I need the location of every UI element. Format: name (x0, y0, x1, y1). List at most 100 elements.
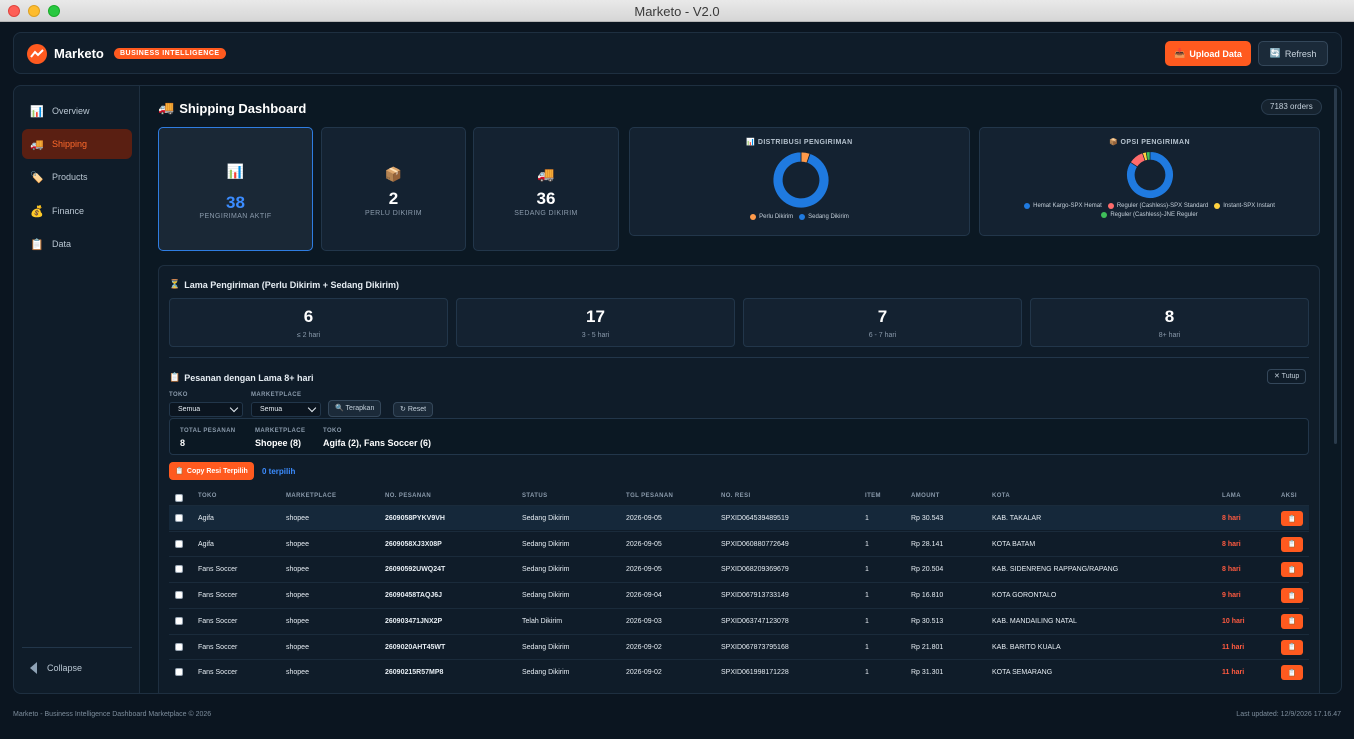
clipboard-icon: 📋 (1287, 515, 1297, 523)
duration-card[interactable]: 8 8+ hari (1030, 298, 1309, 347)
row-checkbox[interactable] (175, 565, 183, 574)
stat-card-perlu-dikirim[interactable]: 📦 2 PERLU DIKIRIM (321, 127, 466, 251)
sidebar-item-shipping[interactable]: 🚚 Shipping (22, 129, 132, 159)
sidebar-item-label: Overview (52, 106, 90, 116)
duration-label: 6 - 7 hari (868, 332, 897, 339)
terapkan-label: Terapkan (345, 405, 375, 412)
search-icon: 🔍 (335, 405, 344, 412)
table-cell: Telah Dikirim (522, 617, 563, 625)
reset-button[interactable]: ↻ Reset (393, 402, 434, 417)
chevron-down-icon (229, 403, 239, 413)
table-row[interactable]: Fans Soccer shopee 26090592UWQ24T Sedang Di… (169, 556, 1309, 581)
vertical-scrollbar[interactable] (1334, 88, 1337, 444)
table-cell: KOTA GORONTALO (992, 592, 1057, 600)
clipboard-icon: 📋 (175, 468, 184, 475)
legend-swatch (1024, 203, 1031, 209)
table-cell: 1 (865, 617, 869, 625)
row-checkbox[interactable] (175, 514, 183, 522)
table-cell: Sedang Dikirim (522, 540, 570, 548)
row-checkbox[interactable] (175, 539, 183, 548)
copy-row-button[interactable]: 📋 (1281, 639, 1303, 655)
summary-toko-label: TOKO (323, 428, 342, 434)
duration-card[interactable]: 6 ≤ 2 hari (169, 298, 448, 347)
opsi-chart-card: 📦 OPSI PENGIRIMAN Hemat Kargo-SPX Hemat R… (979, 127, 1320, 236)
legend-item: Instant-SPX Instant (1214, 203, 1275, 209)
logo-icon (27, 44, 47, 64)
table-cell: Fans Soccer (198, 617, 238, 625)
truck-icon: 🚚 (158, 100, 175, 115)
row-checkbox[interactable] (175, 616, 183, 625)
chart-icon: 📊 (30, 105, 44, 118)
sidebar-item-products[interactable]: 🏷️ Products (22, 162, 132, 192)
table-cell: shopee (286, 540, 309, 548)
table-cell: shopee (286, 617, 309, 625)
clipboard-icon: 📋 (1287, 566, 1297, 574)
legend-label: Perlu Dikirim (759, 214, 794, 220)
table-cell: 2609058XJ3X08P (385, 540, 442, 548)
table-cell: Sedang Dikirim (522, 592, 570, 600)
table-row[interactable]: Fans Soccer shopee 2609045​8TAQJ6J Sedang D… (169, 582, 1309, 607)
marketplace-filter-label: MARKETPLACE (251, 392, 302, 398)
table-cell: 26090592UWQ24T (385, 566, 446, 574)
marketplace-select[interactable]: Semua (251, 402, 321, 417)
sidebar: 📊 Overview 🚚 Shipping 🏷️ Products 💰 Fina… (13, 85, 140, 694)
chart-legend: Hemat Kargo-SPX Hemat Reguler (Cashless)-… (980, 203, 1319, 218)
copy-row-button[interactable]: 📋 (1281, 588, 1303, 604)
copy-row-button[interactable]: 📋 (1281, 613, 1303, 629)
row-checkbox[interactable] (175, 642, 183, 651)
donut-slice[interactable] (772, 151, 830, 209)
toko-select-value: Semua (178, 406, 201, 413)
sidebar-item-label: Shipping (52, 139, 88, 149)
collapse-button[interactable]: Collapse (30, 662, 82, 674)
sidebar-item-label: Products (52, 172, 88, 182)
stat-card-pengiriman-aktif[interactable]: 📊 38 PENGIRIMAN AKTIF (158, 127, 313, 251)
row-checkbox[interactable] (175, 668, 183, 677)
table-cell: 2026-09-04 (626, 592, 662, 600)
refresh-label: Refresh (1284, 48, 1317, 59)
sidebar-item-finance[interactable]: 💰 Finance (22, 196, 132, 226)
upload-data-button[interactable]: 📥 Upload Data (1165, 41, 1251, 66)
table-row[interactable]: Fans Soccer shopee 260903471JNX2P Telah Dik… (169, 607, 1309, 633)
toko-select[interactable]: Semua (169, 402, 243, 417)
copy-row-button[interactable]: 📋 (1281, 562, 1303, 578)
duration-label: 3 - 5 hari (581, 332, 610, 339)
table-row[interactable]: Agifa shopee 2609058PYKV9VH Sedang Dikirim 2… (169, 505, 1309, 530)
table-row[interactable]: Fans Soccer shopee 26090215R57MP8 Sedang Di… (169, 659, 1309, 684)
table-cell: 2026-09-05 (626, 515, 662, 522)
table-cell: 2026-09-05 (626, 540, 662, 548)
refresh-button[interactable]: 🔄 Refresh (1258, 41, 1328, 66)
copy-resi-button[interactable]: 📋 Copy Resi Terpilih (169, 462, 254, 480)
section-title-text: Lama Pengiriman (Perlu Dikirim + Sedang … (184, 279, 400, 290)
duration-card[interactable]: 7 6 - 7 hari (743, 298, 1022, 347)
table-row[interactable]: Fans Soccer shopee 2609020AHT45WT Sedang Di… (169, 633, 1309, 659)
chart-title: 📊 DISTRIBUSI PENGIRIMAN (630, 138, 969, 146)
select-all-checkbox[interactable] (175, 494, 183, 502)
copy-row-button[interactable]: 📋 (1281, 536, 1303, 552)
duration-card[interactable]: 17 3 - 5 hari (456, 298, 735, 347)
column-header: TOKO (198, 493, 217, 499)
table-cell: shopee (286, 566, 309, 574)
table-cell: KOTA SEMARANG (992, 669, 1053, 677)
copy-row-button[interactable]: 📋 (1281, 511, 1303, 526)
row-checkbox[interactable] (175, 591, 183, 600)
column-header: NO. PESANAN (385, 493, 432, 499)
terapkan-button[interactable]: 🔍 Terapkan (328, 400, 382, 417)
table-cell: Fans Soccer (198, 643, 238, 651)
table-cell: 1 (865, 540, 869, 548)
table-cell: SPXID064539489519 (721, 515, 789, 522)
distribusi-chart-card: 📊 DISTRIBUSI PENGIRIMAN Perlu Dikirim Sed… (629, 127, 970, 236)
sidebar-item-overview[interactable]: 📊 Overview (22, 96, 132, 126)
table-cell: Sedang Dikirim (522, 669, 570, 677)
copy-row-button[interactable]: 📋 (1281, 665, 1303, 681)
table-cell: Rp 16.810 (911, 592, 944, 600)
sidebar-item-data[interactable]: 📋 Data (22, 229, 132, 259)
toko-filter-label: TOKO (169, 392, 188, 398)
table-row[interactable]: Agifa shopee 2609058XJ3X08P Sedang Dikirim 2… (169, 530, 1309, 556)
orders-count-badge: 7183 orders (1261, 99, 1322, 115)
tutup-button[interactable]: ✕ Tutup (1267, 369, 1307, 384)
column-header: MARKETPLACE (286, 493, 337, 499)
window-title: Marketo - V2.0 (634, 4, 720, 19)
stat-card-sedang-dikirim[interactable]: 🚚 36 SEDANG DIKIRIM (473, 127, 619, 251)
summary-toko-value: Agifa (2), Fans Soccer (6) (323, 438, 432, 448)
stat-label: PERLU DIKIRIM (365, 210, 422, 217)
